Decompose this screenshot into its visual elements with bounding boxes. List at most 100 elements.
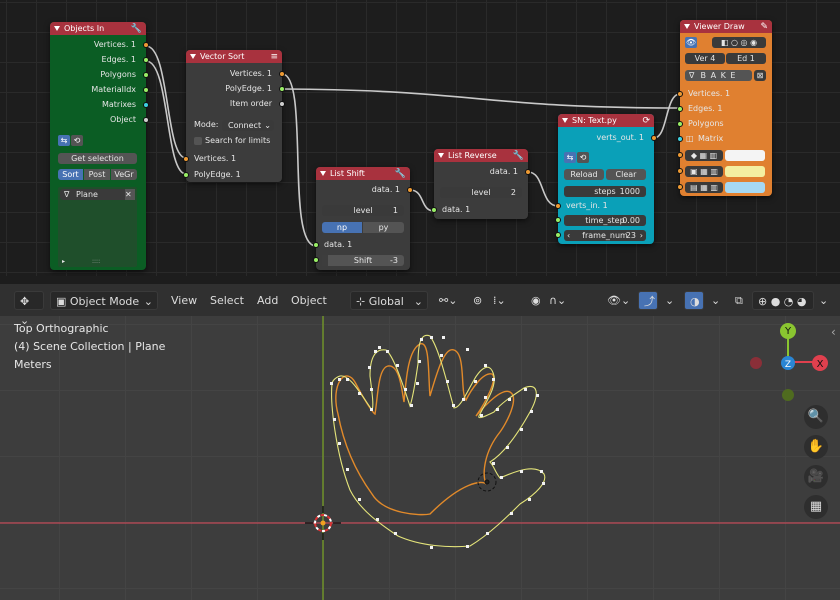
edge-color-swatch[interactable] [725, 166, 765, 177]
input-vertices: Vertices. 1 [194, 154, 237, 163]
socket-verts-in[interactable] [555, 203, 561, 209]
socket-vertices-in[interactable] [677, 91, 683, 97]
viewer-draw-node[interactable]: Viewer Draw ✎ 👁 ◧ ○ ◎ ◉ Ver 4 Ed 1 ∇ B A… [677, 20, 772, 196]
mode-dropdown[interactable]: Connect ⌄ [222, 120, 274, 131]
list-reverse-node[interactable]: List Reverse 🔧 data. 1 level 2 data. 1 [431, 149, 531, 219]
sn-text-header[interactable]: SN: Text.py ⟳ [558, 114, 654, 127]
socket-vertices-in[interactable] [183, 156, 189, 162]
steps-field[interactable]: steps 1000 [564, 186, 646, 197]
socket-edges-in[interactable] [677, 106, 683, 112]
vector-sort-header[interactable]: Vector Sort ≡ [186, 50, 282, 63]
expand-icon[interactable]: ▸ [62, 258, 65, 265]
level-field[interactable]: level 2 [440, 187, 522, 198]
node-title: Objects In [64, 24, 105, 33]
face-color-swatch[interactable] [725, 182, 765, 193]
socket-object[interactable] [143, 117, 149, 123]
object-item[interactable]: ∇ Plane ✕ [60, 189, 135, 200]
input-polygons: Polygons [688, 119, 724, 128]
pan-hand-icon[interactable]: ✋ [804, 435, 828, 459]
output-verts: verts_out. 1 [596, 133, 644, 142]
node-editor[interactable]: Objects In 🔧 Vertices. 1 Edges. 1 Polygo… [0, 0, 840, 276]
socket-fcol[interactable] [677, 184, 683, 190]
eye-icon[interactable]: 👁 [685, 37, 697, 48]
edge-display-icons[interactable]: ▣ ▦ ▥ [685, 166, 723, 177]
socket-shift-in[interactable] [313, 257, 319, 263]
input-data: data. 1 [324, 240, 353, 249]
tab-vegr[interactable]: VeGr [111, 169, 137, 180]
level-value: 2 [510, 188, 516, 197]
list-reverse-header[interactable]: List Reverse 🔧 [434, 149, 528, 162]
socket-data-in[interactable] [313, 242, 319, 248]
socket-edges[interactable] [143, 57, 149, 63]
vector-sort-node[interactable]: Vector Sort ≡ Vertices. 1 PolyEdge. 1 It… [183, 50, 285, 182]
link-sn-viewer [653, 93, 681, 139]
scene-drawing: Y X Z [0, 316, 840, 600]
input-data: data. 1 [442, 205, 471, 214]
reload-button[interactable]: Reload [564, 169, 604, 180]
camera-icon[interactable]: 🎥 [804, 465, 828, 489]
socket-ecol[interactable] [677, 168, 683, 174]
time-step-field[interactable]: time_step 0.00 [564, 215, 646, 226]
objects-in-header[interactable]: Objects In 🔧 [50, 22, 146, 35]
refresh-icon[interactable]: ⇆ [58, 135, 70, 146]
objects-in-node[interactable]: Objects In 🔧 Vertices. 1 Edges. 1 Polygo… [50, 22, 149, 270]
socket-polygons-in[interactable] [677, 121, 683, 127]
np-toggle[interactable]: np [322, 222, 362, 233]
input-verts: verts_in. 1 [566, 201, 608, 210]
object-list[interactable]: ∇ Plane ✕ ▸ :::: [58, 187, 137, 267]
zoom-icon[interactable]: 🔍 [804, 405, 828, 429]
socket-frame-num[interactable] [555, 232, 561, 238]
sidebar-toggle-icon[interactable]: ‹ [831, 325, 836, 339]
3d-viewport[interactable]: ✥ ⌄ ▣ Object Mode ⌄ View Select Add Obje… [0, 284, 840, 600]
vertex-color-swatch[interactable] [725, 150, 765, 161]
link-icon[interactable]: ⟲ [71, 135, 83, 146]
search-limits-label: Search for limits [205, 136, 271, 145]
frame-num-field[interactable]: ‹ frame_num 23 › [564, 230, 646, 241]
steps-label: steps [594, 187, 616, 196]
ver-field[interactable]: Ver 4 [685, 53, 725, 64]
list-shift-header[interactable]: List Shift 🔧 [316, 167, 410, 180]
socket-materialidx[interactable] [143, 87, 149, 93]
socket-data-out[interactable] [525, 169, 531, 175]
tab-sort[interactable]: Sort [58, 169, 83, 180]
socket-vertices-out[interactable] [279, 71, 285, 77]
time-step-label: time_step [585, 216, 625, 225]
face-display-icons[interactable]: ▤ ▦ ▥ [685, 182, 723, 193]
socket-item-order-out[interactable] [279, 101, 285, 107]
tab-post[interactable]: Post [84, 169, 110, 180]
ed-field[interactable]: Ed 1 [726, 53, 766, 64]
socket-polygons[interactable] [143, 72, 149, 78]
socket-vertices[interactable] [143, 42, 149, 48]
display-icons[interactable]: ◧ ○ ◎ ◉ [712, 37, 766, 48]
mode-label: Mode: [194, 120, 219, 129]
socket-time-step[interactable] [555, 217, 561, 223]
vertex-display-icons[interactable]: ◆ ▦ ▥ [685, 150, 723, 161]
bake-button[interactable]: ∇ B A K E [685, 70, 752, 81]
chevron-left-icon[interactable]: ‹ [567, 230, 570, 241]
socket-matrix-in[interactable] [677, 136, 683, 142]
list-shift-node[interactable]: List Shift 🔧 data. 1 level 1 np py data.… [313, 167, 413, 270]
socket-polyedge-in[interactable] [183, 172, 189, 178]
get-selection-button[interactable]: Get selection [58, 153, 137, 164]
grid-view-icon[interactable]: ▦ [804, 495, 828, 519]
remove-icon[interactable]: ✕ [125, 189, 135, 200]
socket-verts-out[interactable] [651, 135, 657, 141]
bake-options-icon[interactable]: ⊠ [754, 70, 766, 81]
py-toggle[interactable]: py [363, 222, 404, 233]
socket-matrixes[interactable] [143, 102, 149, 108]
socket-data-in[interactable] [431, 207, 437, 213]
shift-field[interactable]: Shift -3 [322, 255, 404, 266]
search-limits-checkbox[interactable] [194, 137, 202, 145]
level-field[interactable]: level 1 [322, 205, 404, 216]
loop-icon[interactable]: ⟲ [577, 152, 589, 163]
viewer-draw-header[interactable]: Viewer Draw ✎ [680, 20, 772, 33]
ed-value: 1 [749, 54, 755, 63]
socket-polyedge-out[interactable] [279, 86, 285, 92]
socket-vcol[interactable] [677, 152, 683, 158]
clear-button[interactable]: Clear [606, 169, 646, 180]
resize-handle[interactable]: :::: [92, 258, 100, 265]
swap-icon[interactable]: ⇆ [564, 152, 576, 163]
socket-data-out[interactable] [407, 187, 413, 193]
chevron-right-icon[interactable]: › [640, 230, 643, 241]
sn-text-node[interactable]: SN: Text.py ⟳ verts_out. 1 ⇆ ⟲ Reload Cl… [555, 114, 657, 244]
